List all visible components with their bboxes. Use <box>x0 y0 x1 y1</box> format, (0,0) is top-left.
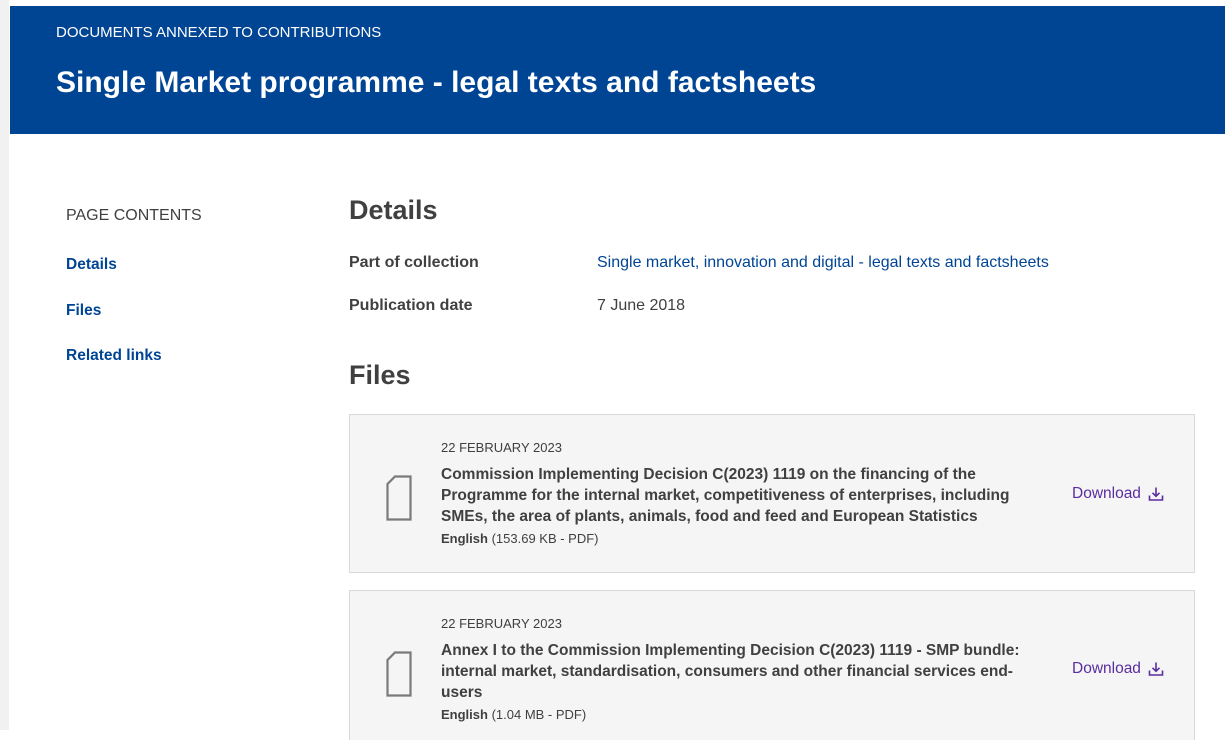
document-icon <box>386 651 412 697</box>
file-meta: English (1.04 MB - PDF) <box>441 707 586 722</box>
sidebar-link-related-links[interactable]: Related links <box>66 347 162 365</box>
file-title: Annex I to the Commission Implementing D… <box>441 642 1020 701</box>
file-card: 22 FEBRUARY 2023 Commission Implementing… <box>349 414 1195 573</box>
download-icon <box>1148 487 1164 501</box>
sidebar-link-files[interactable]: Files <box>66 302 101 320</box>
download-button[interactable]: Download <box>1072 660 1164 678</box>
file-language: English <box>441 707 488 722</box>
document-icon <box>386 475 412 521</box>
download-label: Download <box>1072 485 1141 502</box>
files-heading: Files <box>349 360 411 390</box>
page-title: Single Market programme - legal texts an… <box>56 66 817 99</box>
file-size: (1.04 MB - PDF) <box>491 707 587 722</box>
page-kicker: DOCUMENTS ANNEXED TO CONTRIBUTIONS <box>56 24 382 41</box>
file-date: 22 FEBRUARY 2023 <box>441 440 562 455</box>
page-contents-title: PAGE CONTENTS <box>66 207 202 224</box>
file-title: Commission Implementing Decision C(2023)… <box>441 466 1010 525</box>
download-label: Download <box>1072 660 1141 677</box>
download-button[interactable]: Download <box>1072 485 1164 503</box>
left-edge <box>0 0 9 730</box>
file-language: English <box>441 531 488 546</box>
page-header-banner: DOCUMENTS ANNEXED TO CONTRIBUTIONS Singl… <box>10 6 1225 134</box>
publication-date-label: Publication date <box>349 297 473 314</box>
collection-label: Part of collection <box>349 254 479 271</box>
download-icon <box>1148 662 1164 676</box>
publication-date-value: 7 June 2018 <box>597 297 686 314</box>
file-date: 22 FEBRUARY 2023 <box>441 616 562 631</box>
file-card: 22 FEBRUARY 2023 Annex I to the Commissi… <box>349 590 1195 740</box>
collection-link[interactable]: Single market, innovation and digital - … <box>597 254 1049 272</box>
file-meta: English (153.69 KB - PDF) <box>441 531 599 546</box>
file-size: (153.69 KB - PDF) <box>491 531 599 546</box>
details-heading: Details <box>349 195 438 225</box>
sidebar-link-details[interactable]: Details <box>66 256 117 274</box>
